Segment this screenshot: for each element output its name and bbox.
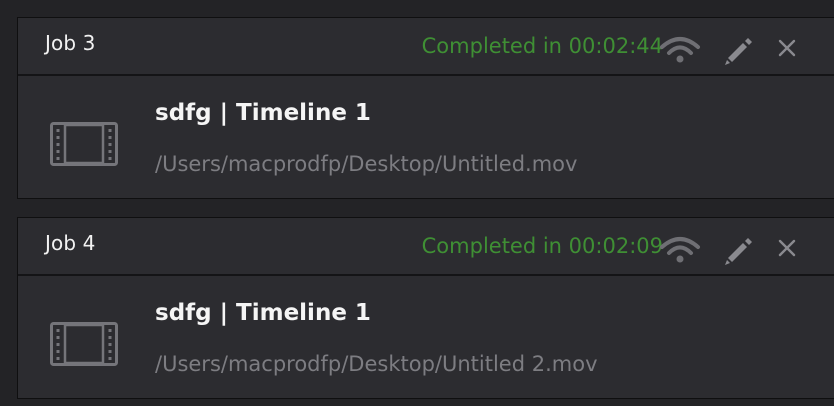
output-path: /Users/macprodfp/Desktop/Untitled 2.mov — [155, 352, 598, 376]
render-queue: Job 3 Completed in 00:02:44 sdfg | Timel… — [0, 0, 834, 406]
job-header: Job 4 Completed in 00:02:09 — [18, 218, 834, 276]
job-card[interactable]: Job 4 Completed in 00:02:09 sdfg | Timel… — [17, 217, 834, 399]
clip-name: sdfg | Timeline 1 — [155, 100, 371, 126]
job-header: Job 3 Completed in 00:02:44 — [18, 18, 834, 76]
clip-name: sdfg | Timeline 1 — [155, 300, 371, 326]
pencil-icon[interactable] — [721, 34, 755, 68]
film-strip-icon — [50, 122, 118, 166]
job-title: Job 4 — [45, 231, 96, 255]
pencil-icon[interactable] — [721, 234, 755, 268]
close-icon[interactable] — [776, 37, 798, 59]
output-path: /Users/macprodfp/Desktop/Untitled.mov — [155, 152, 578, 176]
wifi-icon[interactable] — [659, 234, 701, 264]
job-status: Completed in 00:02:09 — [421, 234, 663, 258]
job-card[interactable]: Job 3 Completed in 00:02:44 sdfg | Timel… — [17, 17, 834, 199]
job-status: Completed in 00:02:44 — [421, 34, 663, 58]
wifi-icon[interactable] — [659, 34, 701, 64]
film-strip-icon — [50, 322, 118, 366]
close-icon[interactable] — [776, 237, 798, 259]
job-title: Job 3 — [45, 31, 96, 55]
